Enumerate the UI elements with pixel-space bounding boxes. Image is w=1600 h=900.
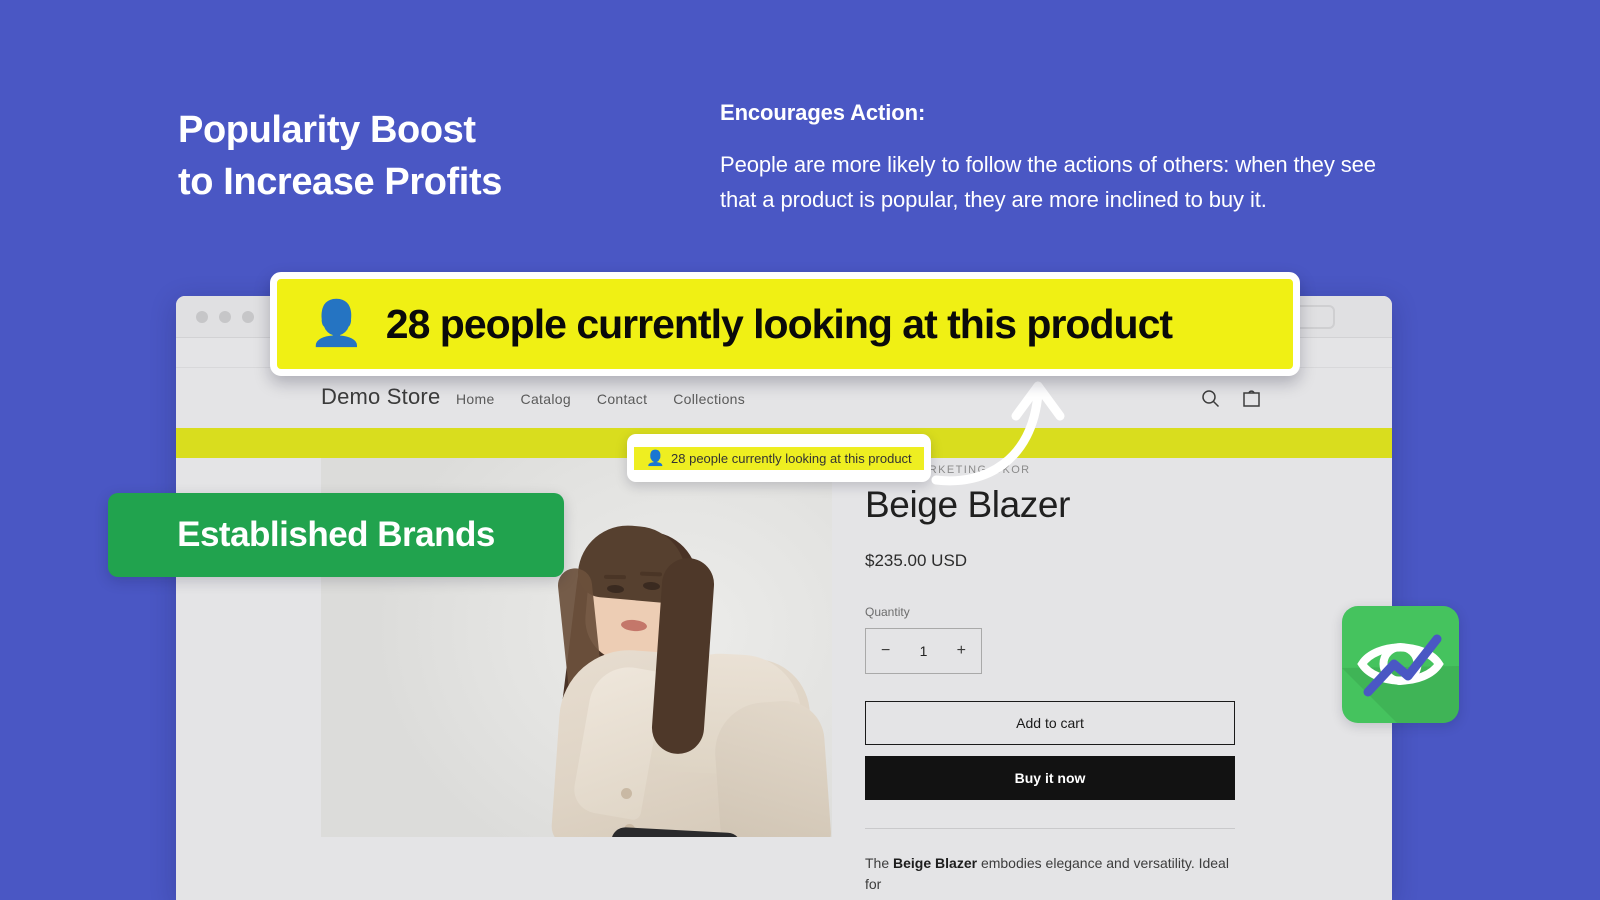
product-description-prefix: The: [865, 855, 894, 871]
browser-window: Demo Store Home Catalog Contact Collecti…: [176, 296, 1392, 900]
window-control-dot[interactable]: [242, 311, 254, 323]
person-icon: 👤: [646, 449, 666, 467]
copy-body: People are more likely to follow the act…: [720, 152, 1376, 213]
poster-canvas: Popularity Boost to Increase Profits Enc…: [0, 0, 1600, 900]
social-proof-callout: 👤 28 people currently looking at this pr…: [270, 272, 1300, 376]
established-brands-badge: Established Brands: [108, 493, 564, 577]
nav-item-contact[interactable]: Contact: [597, 391, 647, 407]
quantity-stepper[interactable]: − 1 +: [865, 628, 982, 674]
copy-heading: Encourages Action:: [720, 100, 926, 125]
store-logo-text[interactable]: Demo Store: [321, 384, 440, 410]
social-proof-callout-text: 28 people currently looking at this prod…: [385, 300, 1173, 347]
buy-it-now-button[interactable]: Buy it now: [865, 756, 1235, 800]
social-proof-tooltip: 👤 28 people currently looking at this pr…: [627, 434, 931, 482]
quantity-increase-button[interactable]: +: [957, 642, 966, 660]
nav-item-collections[interactable]: Collections: [673, 391, 745, 407]
quantity-value[interactable]: 1: [920, 643, 928, 659]
window-control-dot[interactable]: [219, 311, 231, 323]
product-price: $235.00 USD: [865, 551, 968, 570]
product-description-bold: Beige Blazer: [893, 855, 978, 871]
pointer-arrow-icon: [928, 368, 1078, 493]
search-icon[interactable]: [1201, 389, 1220, 408]
social-proof-tooltip-inner: 👤 28 people currently looking at this pr…: [634, 446, 924, 470]
window-control-dot[interactable]: [196, 311, 208, 323]
store-header: Demo Store Home Catalog Contact Collecti…: [176, 368, 1392, 428]
page-title: Popularity Boost to Increase Profits: [178, 109, 502, 204]
person-icon: 👤: [309, 299, 364, 348]
nav-item-home[interactable]: Home: [456, 391, 495, 407]
social-proof-tooltip-text: 28 people currently looking at this prod…: [671, 450, 912, 466]
quantity-decrease-button[interactable]: −: [881, 642, 890, 660]
store-nav-icons: [1201, 388, 1261, 408]
window-controls: [196, 311, 254, 323]
product-details: SNIZE-MARKETING-GKOR Beige Blazer $235.0…: [832, 458, 1392, 892]
established-brands-label: Established Brands: [177, 515, 495, 554]
quantity-label: Quantity: [865, 605, 910, 619]
store-nav: Home Catalog Contact Collections: [456, 391, 745, 407]
nav-item-catalog[interactable]: Catalog: [521, 391, 571, 407]
divider: [865, 828, 1235, 829]
add-to-cart-button[interactable]: Add to cart: [865, 701, 1235, 745]
eye-trendline-logo-icon: [1342, 606, 1459, 723]
product-description: The Beige Blazer embodies elegance and v…: [865, 853, 1243, 895]
cart-icon[interactable]: [1242, 388, 1261, 408]
